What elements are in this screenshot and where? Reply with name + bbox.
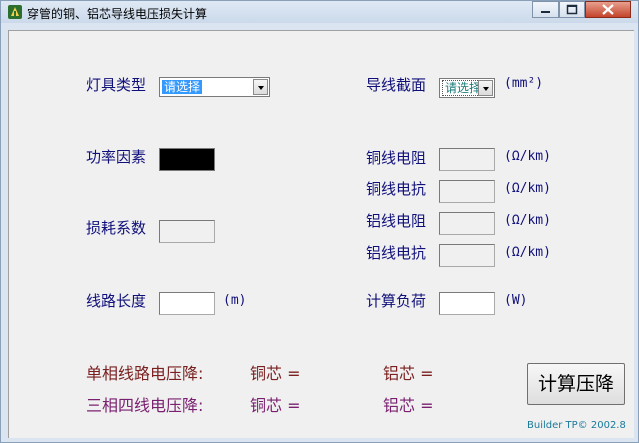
line-length-input[interactable]	[159, 292, 215, 315]
lamp-type-label: 灯具类型	[86, 76, 147, 94]
single-phase-drop-label: 单相线路电压降:	[86, 364, 204, 383]
aluminum-resistance-label: 铝线电阻	[366, 212, 427, 230]
loss-coefficient-label: 损耗系数	[86, 219, 147, 237]
lamp-type-select[interactable]: 请选择	[159, 77, 270, 97]
lamp-type-selected-value: 请选择	[162, 80, 203, 94]
line-length-unit: (m)	[223, 293, 247, 308]
copper-reactance-unit: (Ω/km)	[504, 181, 551, 196]
app-icon	[8, 5, 22, 19]
copper-resistance-field	[439, 148, 495, 171]
maximize-icon	[566, 4, 578, 15]
builder-footer: Builder TP© 2002.8	[527, 420, 626, 431]
loss-coefficient-field	[159, 220, 215, 243]
window-title: 穿管的铜、铝芯导线电压损失计算	[27, 7, 208, 21]
line-length-label: 线路长度	[86, 292, 147, 310]
wire-section-label: 导线截面	[366, 76, 427, 94]
aluminum-reactance-label: 铝线电抗	[366, 244, 427, 262]
calc-load-input[interactable]	[439, 292, 495, 315]
three-phase-drop-label: 三相四线电压降:	[86, 396, 204, 415]
copper-resistance-unit: (Ω/km)	[504, 149, 551, 164]
close-button[interactable]	[585, 1, 631, 18]
calculate-button[interactable]: 计算压降	[527, 363, 625, 405]
three-phase-aluminum-result: 铝芯 =	[383, 396, 434, 415]
power-factor-input[interactable]	[159, 148, 215, 171]
maximize-button[interactable]	[559, 1, 585, 18]
app-window: 穿管的铜、铝芯导线电压损失计算 灯具类型 请选择 功率因素 损耗系数 线路长度 …	[0, 0, 639, 443]
chevron-down-icon[interactable]	[253, 79, 268, 95]
aluminum-resistance-unit: (Ω/km)	[504, 213, 551, 228]
calc-load-label: 计算负荷	[366, 292, 427, 310]
aluminum-resistance-field	[439, 212, 495, 235]
power-factor-label: 功率因素	[86, 148, 147, 166]
close-icon	[602, 4, 614, 15]
copper-reactance-field	[439, 180, 495, 203]
chevron-down-icon[interactable]	[478, 80, 493, 96]
single-phase-aluminum-result: 铝芯 =	[383, 364, 434, 383]
copper-resistance-label: 铜线电阻	[366, 149, 427, 167]
calc-load-unit: (W)	[504, 293, 528, 308]
three-phase-copper-result: 铜芯 =	[250, 396, 301, 415]
copper-reactance-label: 铜线电抗	[366, 180, 427, 198]
aluminum-reactance-unit: (Ω/km)	[504, 245, 551, 260]
minimize-icon	[541, 11, 550, 13]
aluminum-reactance-field	[439, 244, 495, 267]
title-bar: 穿管的铜、铝芯导线电压损失计算	[1, 1, 638, 23]
minimize-button[interactable]	[532, 1, 559, 18]
wire-section-unit: (mm²)	[504, 76, 544, 91]
wire-section-selected-value: 请选择	[442, 80, 482, 96]
single-phase-copper-result: 铜芯 =	[250, 364, 301, 383]
wire-section-select[interactable]: 请选择	[439, 78, 495, 98]
